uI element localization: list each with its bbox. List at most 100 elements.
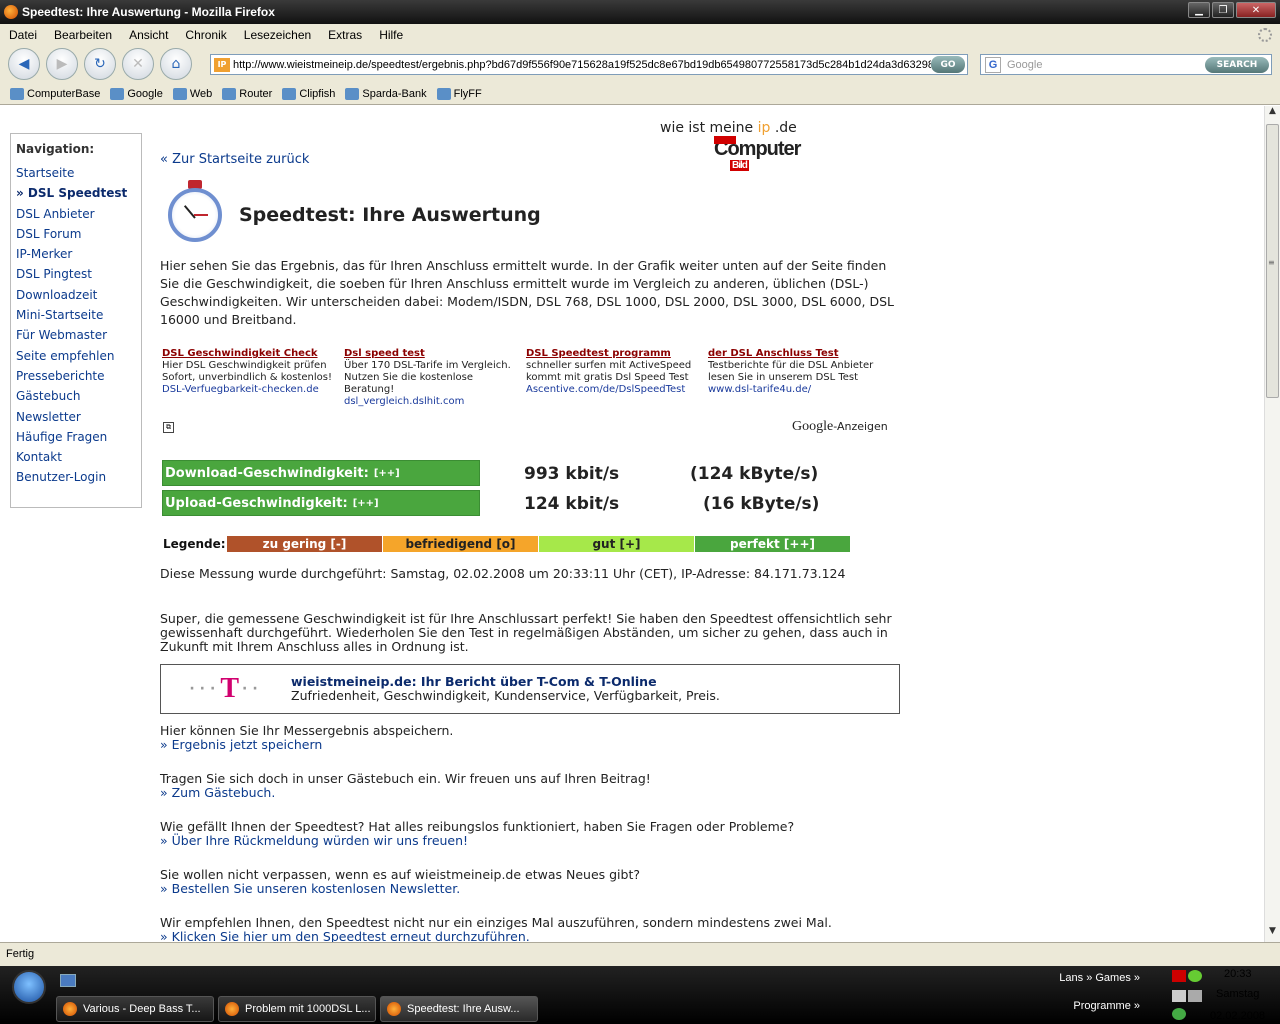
sidebar-item-downloadzeit[interactable]: Downloadzeit [16,288,136,308]
download-rating: [++] [373,467,400,479]
url-text[interactable]: http://www.wieistmeineip.de/speedtest/er… [233,59,931,71]
bookmark-web[interactable]: Web [172,87,212,100]
upload-bar: Upload-Geschwindigkeit: [++] [162,490,480,516]
sidebar-item-mini-startseite[interactable]: Mini-Startseite [16,308,136,328]
ad-text: Hier DSL Geschwindigkeit prüfen Sofort, … [162,360,332,383]
vertical-scrollbar[interactable]: ▲ ≡ ▼ [1264,106,1280,942]
start-button[interactable] [12,970,46,1004]
clock-time[interactable]: 20:33 [1224,968,1252,980]
volume-icon[interactable] [1188,990,1202,1002]
google-ads-label[interactable]: Google-Anzeigen [792,419,888,435]
ad-item[interactable]: DSL Geschwindigkeit Check Hier DSL Gesch… [162,348,344,408]
site-logo[interactable]: wie ist meine ip .de Computer Bild [660,120,801,176]
task-button[interactable]: Speedtest: Ihre Ausw... [380,996,538,1022]
search-button[interactable]: SEARCH [1205,56,1269,73]
status-bar: Fertig [0,942,1280,966]
url-bar[interactable]: IP http://www.wieistmeineip.de/speedtest… [210,54,968,75]
ad-item[interactable]: der DSL Anschluss Test Testberichte für … [708,348,890,408]
sidebar-item-presseberichte[interactable]: Presseberichte [16,369,136,389]
tray-app-icon[interactable] [1188,970,1202,982]
save-result-link[interactable]: » Ergebnis jetzt speichern [160,738,453,752]
ad-url[interactable]: dsl_vergleich.dslhit.com [344,396,464,407]
back-button[interactable]: ◀ [8,48,40,80]
ati-icon[interactable] [1172,970,1186,982]
tcom-report-link[interactable]: wieistmeineip.de: Ihr Bericht über T-Com… [291,675,720,689]
feedback-link[interactable]: » Über Ihre Rückmeldung würden wir uns f… [160,834,794,848]
retest-link[interactable]: » Klicken Sie hier um den Speedtest erne… [160,930,832,943]
menu-hilfe[interactable]: Hilfe [370,28,411,42]
task-label: Various - Deep Bass T... [83,1003,201,1015]
google-engine-icon[interactable]: G [985,56,1001,73]
bookmark-google[interactable]: Google [110,87,163,100]
ad-url[interactable]: Ascentive.com/de/DslSpeedTest [526,384,685,395]
back-to-home-link[interactable]: « Zur Startseite zurück [160,152,309,167]
sidebar-item-haeufige-fragen[interactable]: Häufige Fragen [16,430,136,450]
toolbar-programme[interactable]: Programme » [1059,1000,1140,1024]
ad-options-icon[interactable]: ⧉ [163,422,174,433]
search-box[interactable]: G Google SEARCH [980,54,1272,75]
bookmark-computerbase[interactable]: ComputerBase [10,87,100,100]
bookmark-router[interactable]: Router [222,87,272,100]
upload-kbit: 124 kbit/s [524,494,620,514]
page-viewport: Navigation: Startseite » DSL Speedtest D… [0,106,1264,942]
search-input[interactable]: Google [1007,59,1205,71]
tcom-text: Zufriedenheit, Geschwindigkeit, Kundense… [291,688,720,703]
ad-url[interactable]: www.dsl-tarife4u.de/ [708,384,811,395]
forward-button[interactable]: ▶ [46,48,78,80]
sidebar-item-dsl-anbieter[interactable]: DSL Anbieter [16,207,136,227]
ad-title[interactable]: der DSL Anschluss Test [708,348,890,360]
reload-button[interactable]: ↻ [84,48,116,80]
logo-part1: wie ist meine [660,120,758,136]
telekom-t: T [220,673,242,704]
maximize-button[interactable]: ❐ [1212,2,1234,18]
menu-extras[interactable]: Extras [319,28,370,42]
minimize-button[interactable]: ▁ [1188,2,1210,18]
sidebar-item-newsletter[interactable]: Newsletter [16,410,136,430]
menu-datei[interactable]: Datei [0,28,45,42]
scroll-down-icon[interactable]: ▼ [1265,926,1280,942]
scroll-up-icon[interactable]: ▲ [1265,106,1280,122]
ad-title[interactable]: Dsl speed test [344,348,526,360]
menu-lesezeichen[interactable]: Lesezeichen [235,28,319,42]
status-text: Fertig [6,948,35,960]
ad-title[interactable]: DSL Geschwindigkeit Check [162,348,344,360]
legend-item-low: zu gering [-] [227,536,382,552]
newsletter-link[interactable]: » Bestellen Sie unseren kostenlosen News… [160,882,640,896]
throbber-icon [1258,28,1272,42]
sidebar-item-seite-empfehlen[interactable]: Seite empfehlen [16,349,136,369]
task-button[interactable]: Various - Deep Bass T... [56,996,214,1022]
network-icon[interactable] [1172,990,1186,1002]
menu-bearbeiten[interactable]: Bearbeiten [45,28,120,42]
ad-item[interactable]: DSL Speedtest programm schneller surfen … [526,348,708,408]
sidebar-item-ip-merker[interactable]: IP-Merker [16,247,136,267]
bookmark-clipfish[interactable]: Clipfish [282,87,335,100]
home-button[interactable]: ⌂ [160,48,192,80]
close-button[interactable]: ✕ [1236,2,1276,18]
sidebar-item-kontakt[interactable]: Kontakt [16,450,136,470]
show-desktop-icon[interactable] [60,974,76,987]
sidebar-item-dsl-speedtest[interactable]: » DSL Speedtest [16,186,136,206]
stop-button[interactable]: ✕ [122,48,154,80]
sidebar-item-fuer-webmaster[interactable]: Für Webmaster [16,328,136,348]
go-button[interactable]: GO [931,56,965,73]
sidebar-item-benutzer-login[interactable]: Benutzer-Login [16,470,136,490]
bookmark-sparda-bank[interactable]: Sparda-Bank [345,87,427,100]
menu-ansicht[interactable]: Ansicht [120,28,176,42]
toolbar-lans-games[interactable]: Lans » Games » [1059,972,1140,1000]
guestbook-link[interactable]: » Zum Gästebuch. [160,786,651,800]
menu-chronik[interactable]: Chronik [176,28,234,42]
ad-url[interactable]: DSL-Verfuegbarkeit-checken.de [162,384,319,395]
tcom-banner[interactable]: ··· T ·· wieistmeineip.de: Ihr Bericht übe… [160,664,900,714]
power-icon[interactable] [1172,1008,1186,1020]
bookmark-flyff[interactable]: FlyFF [436,87,482,100]
ad-title[interactable]: DSL Speedtest programm [526,348,708,360]
sidebar-item-gaestebuch[interactable]: Gästebuch [16,389,136,409]
sidebar-item-dsl-forum[interactable]: DSL Forum [16,227,136,247]
task-button[interactable]: Problem mit 1000DSL L... [218,996,376,1022]
ad-item[interactable]: Dsl speed test Über 170 DSL-Tarife im Ve… [344,348,526,408]
upload-kbyte: (16 kByte/s) [703,494,820,514]
sidebar-item-startseite[interactable]: Startseite [16,166,136,186]
sidebar-item-dsl-pingtest[interactable]: DSL Pingtest [16,267,136,287]
reload-icon: ↻ [94,56,106,72]
sidebar-heading: Navigation: [16,142,95,156]
